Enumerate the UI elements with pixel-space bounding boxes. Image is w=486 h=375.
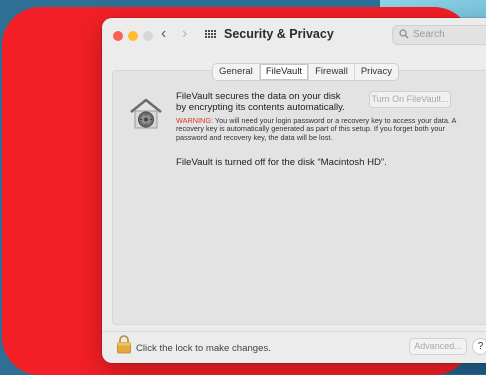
lock-icon[interactable] xyxy=(116,334,132,354)
minimize-button[interactable] xyxy=(128,31,138,41)
advanced-button[interactable]: Advanced... xyxy=(409,338,467,355)
grid-icon[interactable] xyxy=(205,30,216,41)
titlebar: ‹ › Security & Privacy Search xyxy=(102,18,486,54)
search-icon xyxy=(399,29,409,39)
chevron-left-icon[interactable]: ‹ xyxy=(161,25,166,43)
tab-general[interactable]: General xyxy=(213,64,260,80)
close-button[interactable] xyxy=(113,31,123,41)
turn-on-filevault-button[interactable]: Turn On FileVault... xyxy=(369,91,451,108)
tab-filevault[interactable]: FileVault xyxy=(259,64,310,80)
security-privacy-window: ‹ › Security & Privacy Search General Fi… xyxy=(102,18,486,363)
filevault-house-icon xyxy=(130,98,162,129)
help-button[interactable]: ? xyxy=(472,338,486,355)
search-placeholder: Search xyxy=(413,29,445,40)
chevron-right-icon[interactable]: › xyxy=(182,25,187,43)
tab-privacy[interactable]: Privacy xyxy=(355,64,398,80)
filevault-status: FileVault is turned off for the disk “Ma… xyxy=(176,157,387,168)
footer-divider xyxy=(102,331,486,332)
search-field[interactable]: Search xyxy=(392,25,486,45)
tab-firewall[interactable]: Firewall xyxy=(309,64,355,80)
warning-text: You will need your login password or a r… xyxy=(176,116,456,142)
zoom-button[interactable] xyxy=(143,31,153,41)
filevault-description: FileVault secures the data on your disk … xyxy=(176,91,345,113)
tab-bar: General FileVault Firewall Privacy xyxy=(212,63,399,81)
warning-message: WARNING: You will need your login passwo… xyxy=(176,116,476,142)
lock-text[interactable]: Click the lock to make changes. xyxy=(136,343,271,354)
window-title: Security & Privacy xyxy=(224,27,334,41)
